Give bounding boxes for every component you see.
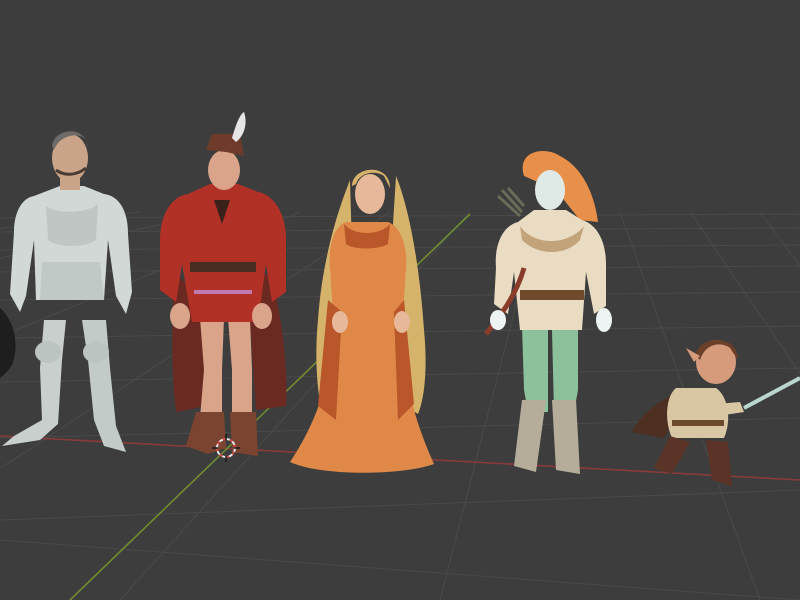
armored-knight-figure-icon[interactable] bbox=[2, 131, 132, 452]
swordsman-halfling-figure-icon[interactable] bbox=[632, 340, 800, 486]
3d-viewport[interactable] bbox=[0, 0, 800, 600]
red-tunic-man-figure-icon[interactable] bbox=[160, 112, 287, 456]
long-haired-woman-figure-icon[interactable] bbox=[290, 169, 434, 473]
dark-object-edge bbox=[0, 308, 16, 378]
